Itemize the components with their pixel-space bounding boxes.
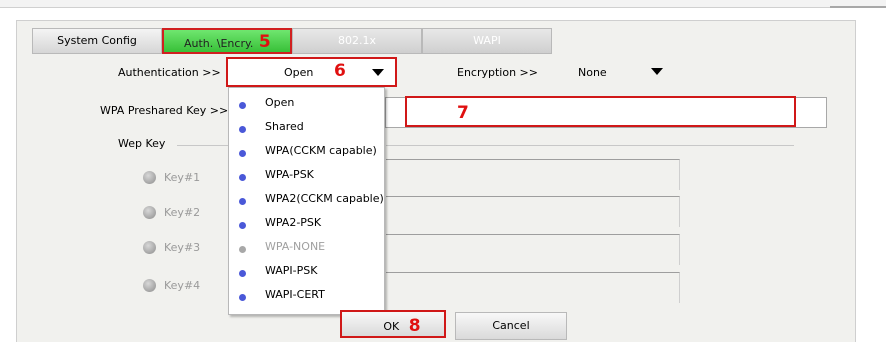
bullet-icon: [239, 270, 246, 277]
annotation-6: 6: [334, 61, 346, 81]
bullet-icon: [239, 150, 246, 157]
key4-radio[interactable]: [143, 279, 156, 292]
chevron-down-icon: [372, 69, 384, 76]
wep-group-line-right: [386, 145, 794, 146]
menu-item-open[interactable]: Open: [229, 92, 386, 116]
key2-label: Key#2: [164, 206, 201, 219]
menu-item-wapi-psk[interactable]: WAPI-PSK: [229, 260, 386, 284]
tab-wapi[interactable]: WAPI: [422, 28, 552, 54]
bullet-icon: [239, 174, 246, 181]
bullet-icon: [239, 102, 246, 109]
tab-auth-encry[interactable]: Auth. \Encry. 5: [162, 28, 292, 54]
authentication-selected: Open: [284, 66, 314, 79]
wpa-preshared-key-label: WPA Preshared Key >>: [100, 104, 229, 117]
menu-item-wpa-cckm[interactable]: WPA(CCKM capable): [229, 140, 386, 164]
window-top-accent: [830, 6, 886, 8]
menu-item-wpa2-psk[interactable]: WPA2-PSK: [229, 212, 386, 236]
key4-input[interactable]: [386, 272, 680, 303]
menu-item-wpa2-cckm[interactable]: WPA2(CCKM capable): [229, 188, 386, 212]
wep-group-line-left: [177, 145, 229, 146]
key1-label: Key#1: [164, 171, 201, 184]
authentication-label: Authentication >>: [118, 66, 221, 79]
annotation-5: 5: [258, 32, 271, 52]
key1-input[interactable]: [386, 159, 680, 190]
key4-label: Key#4: [164, 279, 201, 292]
cancel-button[interactable]: Cancel: [455, 312, 567, 340]
tab-802-1x[interactable]: 802.1x: [292, 28, 422, 54]
bullet-icon: [239, 222, 246, 229]
encryption-selected[interactable]: None: [578, 66, 607, 79]
encryption-chevron-down-icon[interactable]: [651, 68, 663, 75]
tab-system-config[interactable]: System Config: [32, 28, 162, 54]
tab-auth-encry-label: Auth. \Encry.: [184, 37, 254, 50]
menu-item-shared[interactable]: Shared: [229, 116, 386, 140]
bullet-icon: [239, 126, 246, 133]
ok-button-label: OK: [383, 320, 400, 333]
menu-item-wpa-psk[interactable]: WPA-PSK: [229, 164, 386, 188]
menu-item-wapi-cert[interactable]: WAPI-CERT: [229, 284, 386, 308]
annotation-7-frame: 7: [405, 96, 796, 127]
key3-radio[interactable]: [143, 241, 156, 254]
wep-key-label: Wep Key: [118, 137, 166, 150]
window-top-strip: [0, 0, 886, 8]
authentication-dropdown[interactable]: Open 6: [226, 57, 397, 87]
authentication-menu: Open Shared WPA(CCKM capable) WPA-PSK WP…: [228, 87, 385, 315]
annotation-8: 8: [408, 316, 421, 336]
menu-item-wpa-none: WPA-NONE: [229, 236, 386, 260]
key3-label: Key#3: [164, 241, 201, 254]
bullet-icon: [239, 198, 246, 205]
bullet-icon: [239, 294, 246, 301]
key2-input[interactable]: [386, 196, 680, 227]
encryption-label: Encryption >>: [457, 66, 538, 79]
annotation-7: 7: [457, 103, 469, 123]
bullet-icon: [239, 246, 246, 253]
key3-input[interactable]: [386, 234, 680, 265]
key1-radio[interactable]: [143, 171, 156, 184]
key2-radio[interactable]: [143, 206, 156, 219]
ok-button[interactable]: OK 8: [340, 310, 446, 338]
